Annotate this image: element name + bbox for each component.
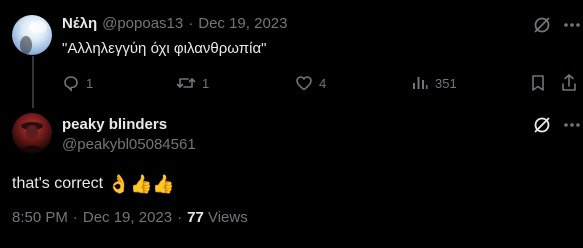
- parent-separator: ·: [188, 15, 194, 32]
- main-display-name[interactable]: peaky blinders: [62, 116, 167, 133]
- retweet-action[interactable]: 1: [176, 74, 209, 92]
- parent-grok-icon[interactable]: [532, 15, 552, 35]
- retweet-icon: [176, 74, 196, 92]
- parent-more-icon[interactable]: [562, 15, 580, 35]
- main-avatar[interactable]: [12, 113, 52, 153]
- footer-separator: ·: [72, 209, 78, 226]
- reply-icon: [62, 74, 80, 92]
- main-more-icon[interactable]: [562, 115, 580, 135]
- heart-icon: [295, 74, 313, 92]
- bookmark-icon[interactable]: [530, 74, 546, 92]
- share-icon[interactable]: [560, 73, 578, 93]
- reply-action[interactable]: 1: [62, 74, 93, 92]
- parent-date[interactable]: Dec 19, 2023: [198, 15, 287, 32]
- parent-avatar[interactable]: [12, 15, 52, 55]
- tweet-time[interactable]: 8:50 PM: [12, 209, 68, 226]
- retweet-count: 1: [202, 75, 210, 91]
- like-action[interactable]: 4: [295, 74, 326, 92]
- parent-handle[interactable]: @popoas13: [102, 15, 183, 32]
- parent-tweet-text: "Αλληλεγγύη όχι φιλανθρωπία": [62, 40, 267, 57]
- main-views-count: 77: [187, 209, 204, 226]
- thumbs-up-emoji: 👍: [129, 174, 153, 194]
- main-tweet-body: that's correct 👌👍👍: [12, 174, 175, 195]
- parent-display-name[interactable]: Νέλη: [62, 15, 97, 32]
- main-views-label: Views: [207, 209, 248, 226]
- views-count: 351: [435, 75, 457, 91]
- main-tweet-footer: 8:50 PM · Dec 19, 2023 · 77 Views: [12, 209, 248, 226]
- main-grok-icon[interactable]: [532, 115, 552, 135]
- ok-hand-emoji: 👌: [107, 174, 130, 194]
- footer-separator: ·: [177, 209, 183, 226]
- views-action[interactable]: 351: [411, 74, 457, 92]
- reply-count: 1: [86, 75, 94, 91]
- thumbs-up-emoji: 👍: [152, 174, 175, 194]
- tweet-date[interactable]: Dec 19, 2023: [83, 209, 172, 226]
- thread-connector-line: [32, 56, 34, 108]
- like-count: 4: [319, 75, 327, 91]
- parent-header: Νέλη @popoas13 · Dec 19, 2023: [62, 15, 287, 32]
- main-handle[interactable]: @peakybl05084561: [62, 136, 196, 153]
- main-tweet-text: that's correct: [12, 175, 104, 192]
- analytics-icon: [411, 74, 429, 92]
